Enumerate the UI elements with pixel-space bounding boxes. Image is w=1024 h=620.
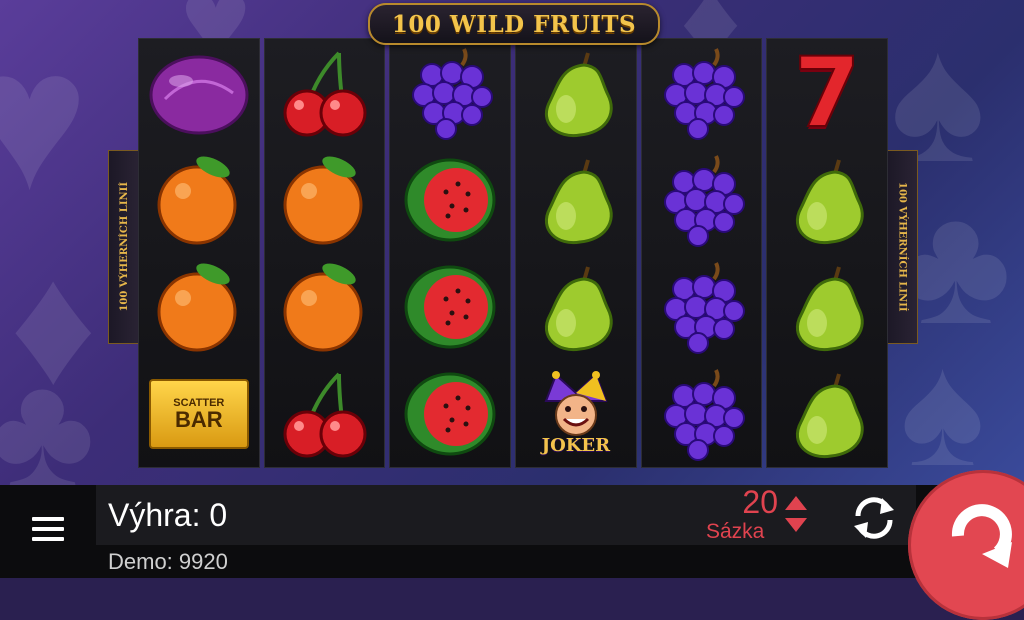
bet-decrease-icon[interactable] (785, 518, 807, 532)
paylines-label: 100 VÝHERNÍCH LINIÍ (896, 182, 908, 312)
paylines-tab-left: 100 VÝHERNÍCH LINIÍ (108, 150, 140, 344)
grapes-icon (647, 257, 757, 357)
cherry-icon (270, 364, 380, 464)
win-label: Výhra: (108, 497, 201, 533)
joker-icon: JOKER (521, 364, 631, 464)
reel-5 (640, 38, 763, 468)
grapes-icon (395, 43, 505, 143)
pear-icon (521, 150, 631, 250)
autoplay-icon[interactable] (848, 492, 900, 544)
demo-value: 9920 (178, 549, 228, 574)
joker-label: JOKER (541, 435, 611, 456)
win-value: 0 (209, 497, 228, 533)
orange-icon (270, 257, 380, 357)
pear-icon (772, 257, 882, 357)
game-title: 100 WILD FRUITS (368, 3, 660, 45)
grapes-icon (647, 150, 757, 250)
plum-icon (144, 43, 254, 143)
demo-balance: Demo: 9920 (108, 549, 228, 575)
reel-4: JOKER (515, 38, 637, 468)
hamburger-icon (32, 517, 64, 521)
watermelon-icon (395, 364, 505, 464)
reels: SCATTER BAR JOKER 7 (138, 38, 889, 468)
orange-icon (144, 150, 254, 250)
bar-label: BAR (174, 406, 223, 432)
pear-icon (521, 43, 631, 143)
bet-stepper[interactable] (782, 494, 810, 534)
reel-1: SCATTER BAR (138, 38, 260, 468)
orange-icon (144, 257, 254, 357)
grapes-icon (647, 43, 757, 143)
bet-label: Sázka (706, 520, 765, 543)
reel-3 (389, 38, 512, 468)
spade-suit-icon: ♠ (900, 320, 985, 486)
reel-2 (263, 38, 386, 468)
bet-value: 20 (742, 484, 778, 520)
demo-label: Demo: (108, 549, 173, 574)
scatter-bar-icon: SCATTER BAR (144, 364, 254, 464)
orange-icon (270, 150, 380, 250)
seven-icon: 7 (772, 43, 882, 143)
game-title-text: 100 WILD FRUITS (391, 10, 637, 38)
club-suit-icon: ♣ (0, 340, 95, 486)
seven-label: 7 (793, 36, 862, 149)
grapes-icon (647, 364, 757, 464)
bet-increase-icon[interactable] (785, 496, 807, 510)
paylines-tab-right: 100 VÝHERNÍCH LINIÍ (886, 150, 918, 344)
pear-icon (521, 257, 631, 357)
heart-suit-icon: ♥ (0, 8, 89, 231)
pear-icon (772, 150, 882, 250)
win-display: Výhra: 0 (108, 497, 227, 534)
watermelon-icon (395, 150, 505, 250)
menu-button[interactable] (24, 509, 82, 549)
reel-6: 7 (766, 38, 889, 468)
cherry-icon (270, 43, 380, 143)
spin-icon[interactable] (942, 492, 1020, 570)
watermelon-icon (395, 257, 505, 357)
pear-icon (772, 364, 882, 464)
paylines-label: 100 VÝHERNÍCH LINIÍ (118, 182, 130, 312)
